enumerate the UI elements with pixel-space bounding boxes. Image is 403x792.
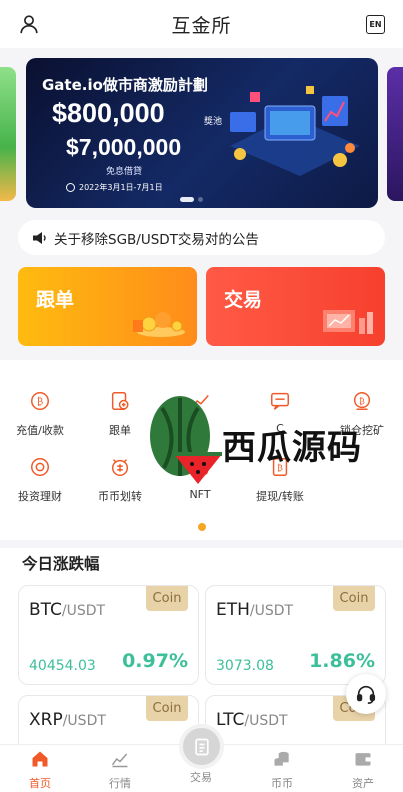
nav-label: 币币 (271, 777, 293, 790)
announcement-text: 关于移除SGB/USDT交易对的公告 (54, 231, 259, 248)
today-section-title: 今日涨跌幅 (22, 555, 100, 573)
grid-pagination-dot[interactable] (198, 523, 206, 531)
nav-assets[interactable]: 资产 (323, 749, 403, 791)
coin-tag: Coin (333, 586, 375, 611)
customer-service-button[interactable] (346, 674, 386, 714)
coin-card-eth[interactable]: Coin ETH/USDT 3073.08 1.86% (205, 585, 386, 685)
banner-illustration (230, 86, 360, 176)
nav-label: 资产 (352, 777, 374, 790)
page-title: 互金所 (171, 14, 232, 37)
banner-date-text: 2022年3月1日-7月1日 (79, 183, 163, 192)
section-divider (0, 540, 403, 548)
watermark-text: 西瓜源码 (222, 428, 362, 468)
nav-label: 行情 (109, 777, 131, 790)
market-icon (111, 753, 128, 768)
coin-tag: Coin (146, 696, 188, 721)
trade-center-button[interactable] (179, 724, 224, 769)
follow-card-label: 跟单 (36, 289, 75, 311)
mining-icon: ₿ (353, 392, 371, 410)
coin-tag: Coin (146, 586, 188, 611)
nav-label: 首页 (29, 777, 51, 790)
banner-loan-label: 免息借貸 (106, 167, 143, 177)
language-switch-icon[interactable]: EN (366, 15, 385, 34)
coin-quote: /USDT (61, 603, 106, 619)
follow-card[interactable]: 跟单 (18, 267, 197, 346)
document-icon (194, 738, 209, 755)
banner-prize-amount: $800,000 (52, 98, 165, 128)
svg-text:₿: ₿ (359, 396, 365, 406)
pagination-dot-active[interactable] (180, 197, 194, 202)
coin-change: 0.97% (122, 650, 188, 672)
headset-icon (356, 685, 376, 704)
coin-base: ETH (216, 600, 250, 620)
trading-illustration (323, 310, 373, 334)
invest-icon (31, 458, 49, 476)
top-bar: 互金所 EN (0, 0, 403, 48)
coin-quote: /USDT (249, 603, 294, 619)
grid-item-invest[interactable]: 投资理财 (0, 456, 80, 504)
banner-date: 2022年3月1日-7月1日 (66, 182, 163, 193)
nav-market[interactable]: 行情 (80, 749, 160, 791)
coin-base: XRP (29, 710, 63, 730)
coins-stack-icon (274, 751, 289, 766)
grid-item-label: NFT (189, 488, 211, 501)
coin-base: LTC (216, 710, 245, 730)
nav-label: 交易 (190, 771, 212, 784)
banner-loan-amount: $7,000,000 (66, 134, 182, 160)
clock-icon (66, 183, 75, 192)
nav-coin[interactable]: 币币 (242, 749, 322, 791)
promo-banner[interactable]: Gate.io做市商激励計劃 $800,000 獎池 $7,000,000 免息… (26, 58, 378, 208)
svg-text:₿: ₿ (37, 397, 43, 408)
grid-item-label: 充值/收款 (16, 424, 64, 437)
coin-pair: BTC/USDT (29, 600, 105, 620)
coin-pair: ETH/USDT (216, 600, 293, 620)
trade-card-label: 交易 (224, 289, 263, 311)
home-icon (32, 751, 48, 767)
nav-trade[interactable]: 交易 (161, 769, 241, 785)
grid-item-label: 提现/转账 (256, 490, 304, 503)
banner-next-slide[interactable] (387, 67, 403, 201)
coin-base: BTC (29, 600, 62, 620)
coin-quote: /USDT (244, 713, 288, 729)
grid-item-deposit[interactable]: ₿ 充值/收款 (0, 390, 80, 438)
pagination-dot[interactable] (198, 197, 203, 202)
banner-prev-slide[interactable] (0, 67, 16, 201)
coins-illustration (133, 312, 185, 337)
coin-price: 3073.08 (216, 658, 274, 674)
coin-card-btc[interactable]: Coin BTC/USDT 40454.03 0.97% (18, 585, 199, 685)
transfer-icon (111, 459, 129, 476)
coin-price: 40454.03 (29, 658, 96, 674)
grid-item-label: 投资理财 (18, 490, 62, 503)
wallet-icon (355, 753, 371, 766)
announcement-bar[interactable]: 关于移除SGB/USDT交易对的公告 (18, 220, 385, 255)
trade-card[interactable]: 交易 (206, 267, 385, 346)
follow-icon (111, 392, 129, 410)
coin-change: 1.86% (309, 650, 375, 672)
grid-item-label: 币币划转 (98, 490, 142, 503)
coin-pair: LTC/USDT (216, 710, 288, 730)
coin-pair: XRP/USDT (29, 710, 106, 730)
user-icon[interactable] (18, 13, 40, 35)
coin-quote: /USDT (62, 713, 106, 729)
speaker-icon (33, 231, 46, 244)
deposit-icon: ₿ (31, 392, 49, 410)
banner-pagination[interactable] (180, 197, 203, 202)
nav-home[interactable]: 首页 (0, 749, 80, 791)
banner-title: Gate.io做市商激励計劃 (42, 76, 208, 94)
